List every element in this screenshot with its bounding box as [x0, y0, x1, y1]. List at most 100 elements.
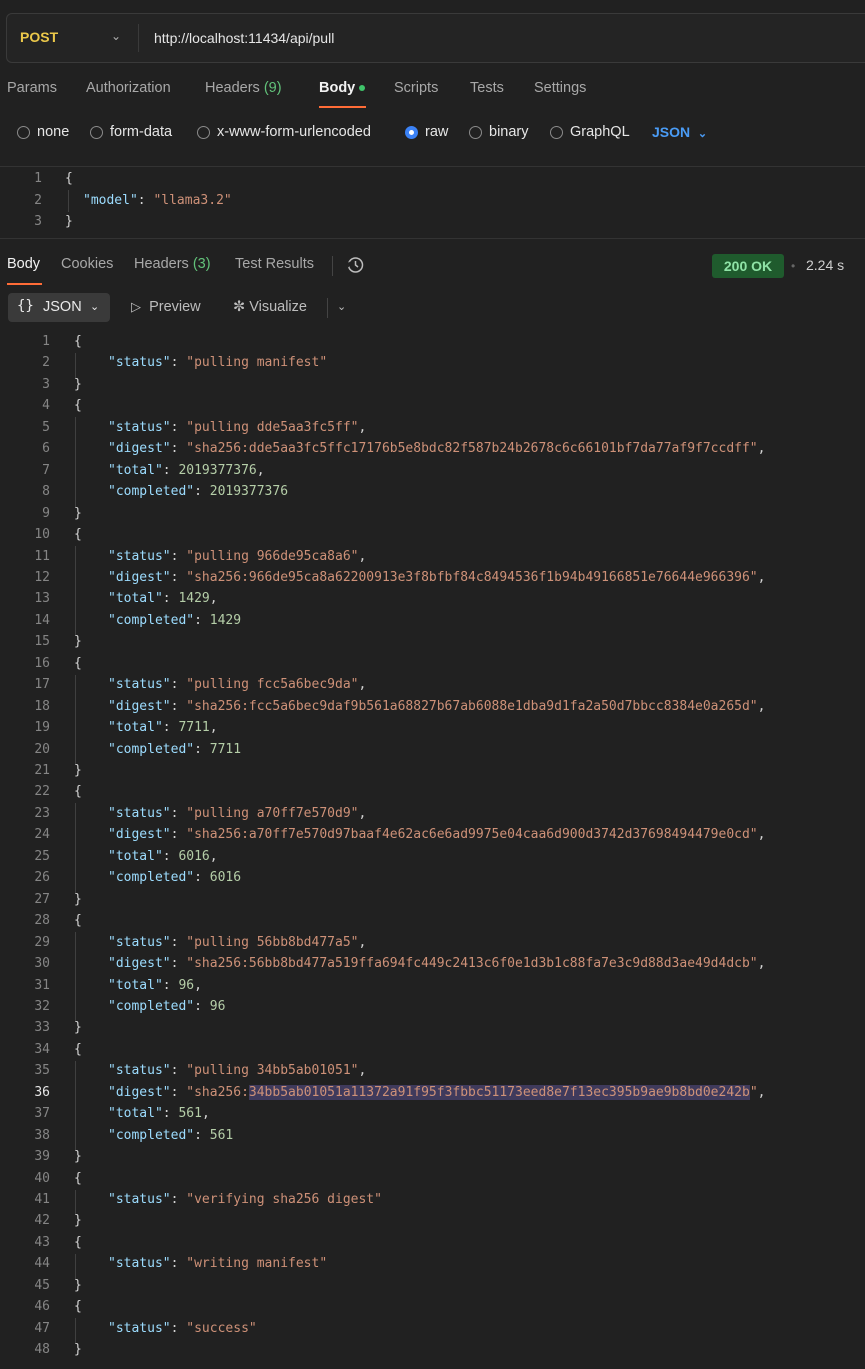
json-key: "completed" — [108, 612, 195, 628]
preview-button[interactable]: ▷ Preview — [131, 299, 201, 315]
visualize-icon: ✼ — [233, 299, 246, 315]
line-number: 30 — [34, 956, 50, 972]
radio-circle — [550, 126, 563, 139]
chevron-down-icon[interactable]: ⌄ — [111, 29, 121, 43]
json-value: 561 — [178, 1106, 202, 1122]
chevron-down-icon: ⌄ — [697, 128, 708, 140]
json-value: "sha256:966de95ca8a62200913e3f8bfbf84c84… — [186, 569, 758, 585]
json-value: 6016 — [178, 848, 210, 864]
resp-tab-body[interactable]: Body — [7, 256, 40, 272]
code-line: "completed": 7711 — [108, 742, 241, 757]
code-line: "digest": "sha256:fcc5a6bec9daf9b561a688… — [108, 699, 765, 714]
code-line: "total": 2019377376, — [108, 463, 265, 478]
resp-tab-cookies[interactable]: Cookies — [61, 256, 113, 272]
code-line: "status": "pulling 34bb5ab01051", — [108, 1063, 366, 1078]
json-key: "status" — [108, 548, 171, 564]
code-line: "completed": 6016 — [108, 870, 241, 885]
json-comma: , — [194, 977, 202, 993]
json-key: "completed" — [108, 870, 195, 886]
json-colon: : — [170, 827, 187, 843]
line-number: 41 — [34, 1192, 50, 1207]
tab-tests[interactable]: Tests — [470, 80, 504, 96]
code-line: "digest": "sha256:56bb8bd477a519ffa694fc… — [108, 956, 765, 971]
line-number: 11 — [34, 548, 50, 564]
line-number: 33 — [34, 1020, 50, 1036]
code-line: "status": "pulling fcc5a6bec9da", — [108, 677, 366, 692]
json-comma: , — [358, 805, 367, 821]
code-line: "digest": "sha256:966de95ca8a62200913e3f… — [108, 570, 765, 585]
resp-tab-test-results[interactable]: Test Results — [235, 256, 314, 272]
json-key: "completed" — [108, 998, 195, 1014]
line-number: 29 — [34, 934, 50, 950]
json-key: "total" — [108, 462, 163, 478]
json-colon: : — [170, 548, 187, 564]
line-number: 21 — [34, 763, 50, 778]
active-tab-indicator — [7, 283, 42, 285]
resp-tab-headers-label: Headers — [134, 256, 189, 272]
indent-guide — [75, 546, 76, 637]
tab-headers[interactable]: Headers (9) — [205, 80, 282, 96]
code-line: } — [74, 1020, 82, 1036]
code-line: { — [74, 1234, 82, 1250]
braces-icon: {} — [17, 298, 34, 314]
divider — [0, 166, 865, 167]
json-value: 7711 — [209, 741, 242, 757]
method-select[interactable]: POST — [20, 29, 58, 45]
json-comma: , — [757, 956, 766, 972]
tab-authorization[interactable]: Authorization — [86, 80, 171, 96]
indent-guide — [75, 674, 76, 765]
line-number: 46 — [34, 1299, 50, 1315]
indent-guide — [68, 190, 69, 212]
line-number: 42 — [34, 1213, 50, 1229]
indent-guide — [75, 1060, 76, 1152]
indent-guide — [75, 1189, 76, 1216]
status-badge[interactable]: 200 OK — [712, 254, 784, 278]
json-value: "pulling fcc5a6bec9da" — [186, 677, 359, 693]
indent-guide — [75, 417, 76, 508]
tab-params[interactable]: Params — [7, 80, 57, 96]
code-line: } — [74, 1342, 82, 1358]
line-number: 22 — [34, 784, 50, 800]
line-number: 34 — [34, 1041, 50, 1057]
line-number: 19 — [34, 720, 50, 736]
tab-settings[interactable]: Settings — [534, 80, 586, 96]
json-colon: : — [162, 720, 179, 736]
json-value: " — [749, 1084, 758, 1100]
indent-guide — [75, 932, 76, 1023]
json-value: 561 — [209, 1127, 234, 1143]
play-icon: ▷ — [131, 299, 141, 314]
active-tab-indicator — [319, 106, 366, 108]
format-select[interactable]: JSON ⌄ — [652, 124, 707, 140]
json-colon: : — [170, 1320, 187, 1336]
radio-circle — [17, 126, 30, 139]
json-value: "pulling dde5aa3fc5ff" — [186, 419, 359, 435]
json-key: "digest" — [108, 441, 171, 457]
json-colon: : — [194, 870, 210, 886]
divider — [0, 238, 865, 239]
code-line: { — [74, 527, 82, 543]
line-number: 17 — [34, 677, 50, 693]
code-line: "completed": 561 — [108, 1128, 233, 1143]
code-line: { — [74, 1041, 82, 1057]
code-line: { — [74, 784, 82, 800]
json-key: "status" — [108, 1256, 171, 1272]
code-line: { — [74, 334, 82, 349]
json-colon: : — [170, 355, 187, 371]
history-icon[interactable] — [345, 255, 365, 275]
json-key: "total" — [108, 1106, 163, 1122]
json-value: "sha256:a70ff7e570d97baaf4e62ac6e6ad9975… — [186, 827, 758, 843]
tab-scripts[interactable]: Scripts — [394, 80, 438, 96]
line-number: 6 — [42, 441, 50, 457]
json-value: 6016 — [209, 870, 242, 886]
resp-tab-headers[interactable]: Headers (3) — [134, 256, 211, 272]
visualize-button[interactable]: ✼ Visualize — [233, 299, 307, 315]
chevron-down-icon[interactable]: ⌄ — [337, 300, 346, 313]
json-value: "pulling 966de95ca8a6" — [186, 548, 359, 564]
tab-body[interactable]: Body — [319, 80, 366, 96]
json-key: "completed" — [108, 741, 195, 757]
response-time[interactable]: 2.24 s — [806, 257, 844, 273]
json-comma: , — [209, 591, 218, 607]
response-format-select[interactable]: {} JSON ⌄ — [8, 293, 110, 322]
url-input[interactable]: http://localhost:11434/api/pull — [154, 30, 334, 46]
line-number: 36 — [34, 1084, 50, 1100]
